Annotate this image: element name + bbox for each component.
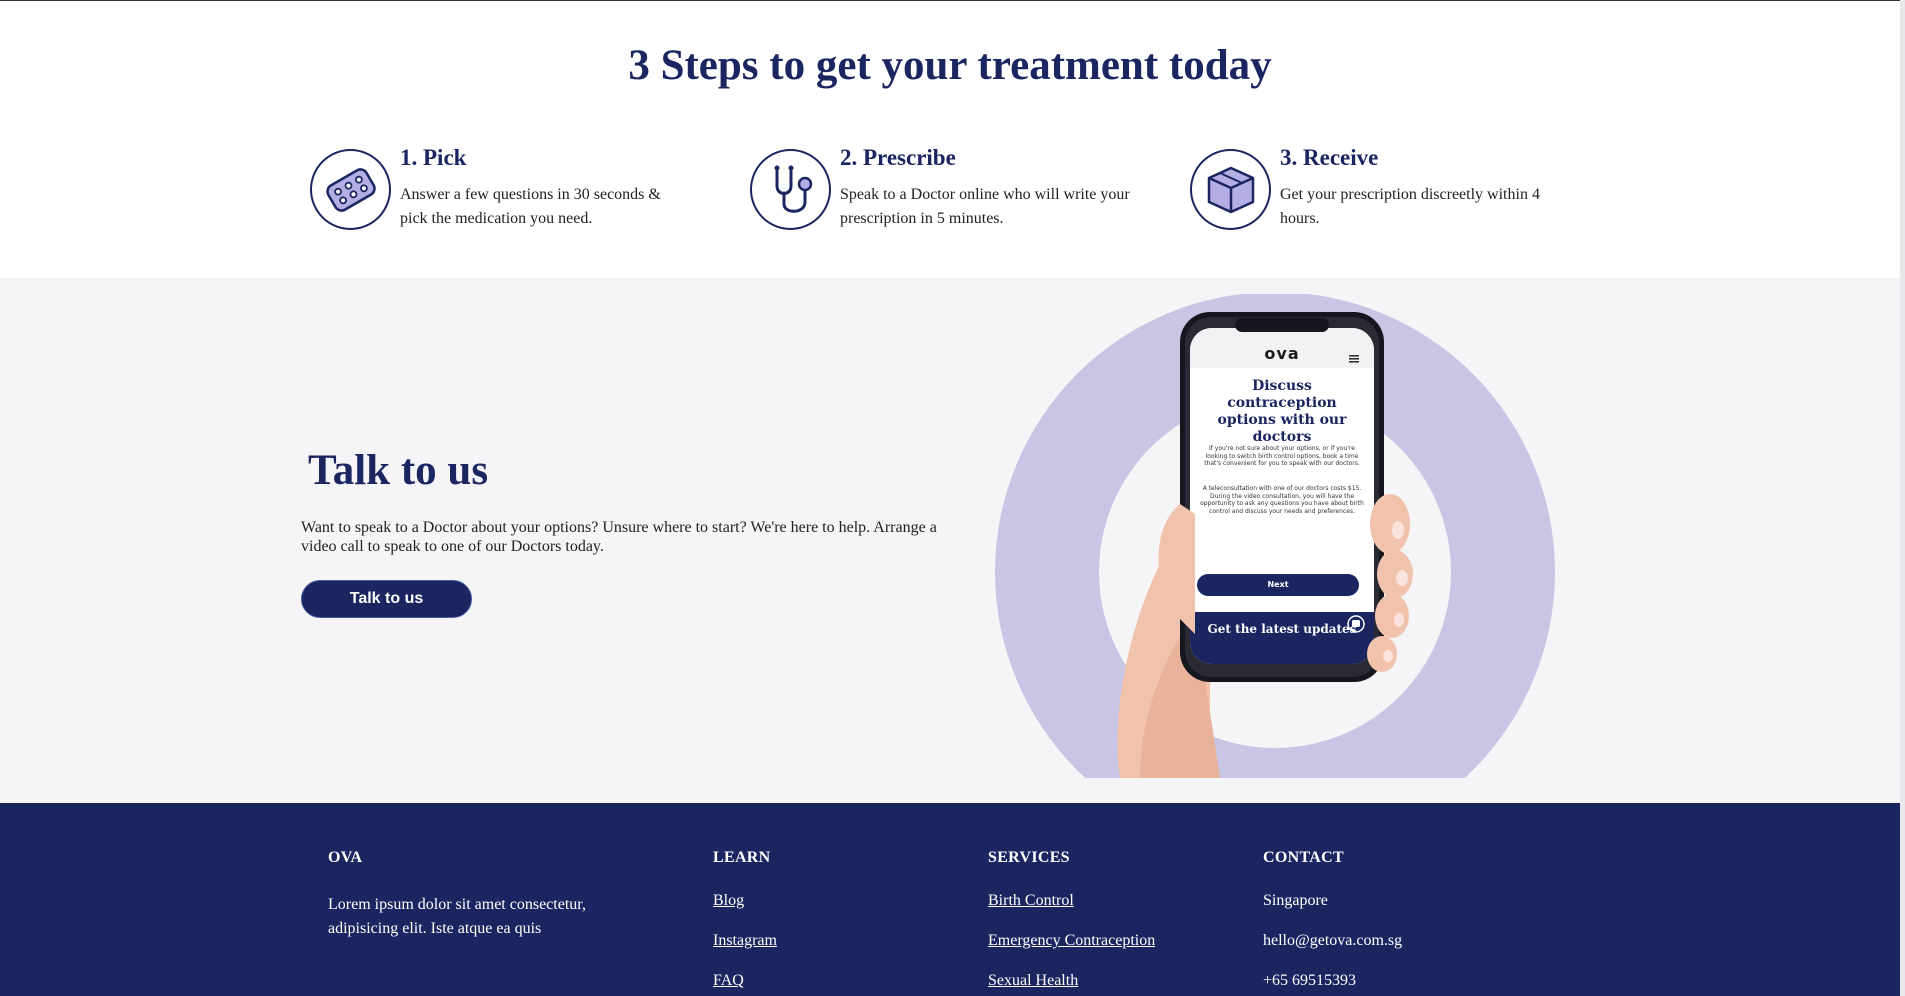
step-title: 3. Receive xyxy=(1280,145,1379,170)
footer-link-faq[interactable]: FAQ xyxy=(713,972,744,989)
footer-link-instagram[interactable]: Instagram xyxy=(713,932,777,949)
steps-title: 3 Steps to get your treatment today xyxy=(628,42,1272,89)
pill-pack-icon xyxy=(310,149,391,230)
phone-paragraph-2: A teleconsultation with one of our docto… xyxy=(1200,485,1364,515)
talk-description: Want to speak to a Doctor about your opt… xyxy=(301,519,937,555)
step-desc: Answer a few questions in 30 seconds & p… xyxy=(400,186,661,227)
footer-heading-learn: LEARN xyxy=(713,849,771,866)
footer-about-text: Lorem ipsum dolor sit amet consectetur, … xyxy=(328,896,586,937)
footer-col-contact: CONTACT Singapore hello@getova.com.sg +6… xyxy=(1263,849,1402,996)
footer-link-birth-control[interactable]: Birth Control xyxy=(988,892,1074,909)
phone-paragraph-1: If you're not sure about your options, o… xyxy=(1204,445,1360,467)
step-receive: 3. Receive Get your prescription discree… xyxy=(1190,145,1610,235)
step-desc: Speak to a Doctor online who will write … xyxy=(840,186,1130,227)
step-title: 2. Prescribe xyxy=(840,145,956,170)
phone-next-button: Next xyxy=(1267,580,1289,589)
step-prescribe: 2. Prescribe Speak to a Doctor online wh… xyxy=(750,145,1170,235)
footer-heading-services: SERVICES xyxy=(988,849,1070,866)
footer-col-learn: LEARN Blog Instagram FAQ xyxy=(713,849,777,996)
step-pick: 1. Pick Answer a few questions in 30 sec… xyxy=(310,145,730,235)
steps-section: 3 Steps to get your treatment today 1. P… xyxy=(0,1,1900,278)
step-title: 1. Pick xyxy=(400,145,467,170)
footer-col-ova: OVA Lorem ipsum dolor sit amet consectet… xyxy=(328,849,618,941)
scrollbar-track[interactable] xyxy=(1900,0,1905,996)
footer-link-sexual-health[interactable]: Sexual Health xyxy=(988,972,1078,989)
footer-link-emergency-contraception[interactable]: Emergency Contraception xyxy=(988,932,1155,949)
footer-contact-location: Singapore xyxy=(1263,892,1328,909)
stethoscope-icon xyxy=(750,149,831,230)
box-icon xyxy=(1190,149,1271,230)
step-desc: Get your prescription discreetly within … xyxy=(1280,186,1540,227)
phone-heading: Discuss contraception options with our d… xyxy=(1217,378,1347,445)
phone-updates-banner: Get the latest updates xyxy=(1207,622,1357,636)
talk-to-us-button[interactable]: Talk to us xyxy=(301,580,472,618)
footer-col-services: SERVICES Birth Control Emergency Contrac… xyxy=(988,849,1155,996)
talk-section: Talk to us Want to speak to a Doctor abo… xyxy=(0,278,1900,803)
talk-title: Talk to us xyxy=(308,447,489,494)
phone-logo: ova xyxy=(1264,344,1300,363)
footer: OVA Lorem ipsum dolor sit amet consectet… xyxy=(0,803,1900,996)
phone-hero-image: ova Discuss contraception options with o… xyxy=(990,294,1560,778)
footer-contact-phone: +65 69515393 xyxy=(1263,972,1357,989)
footer-link-blog[interactable]: Blog xyxy=(713,892,744,909)
footer-heading-contact: CONTACT xyxy=(1263,849,1344,866)
footer-contact-email: hello@getova.com.sg xyxy=(1263,932,1403,949)
footer-heading-ova: OVA xyxy=(328,849,363,866)
